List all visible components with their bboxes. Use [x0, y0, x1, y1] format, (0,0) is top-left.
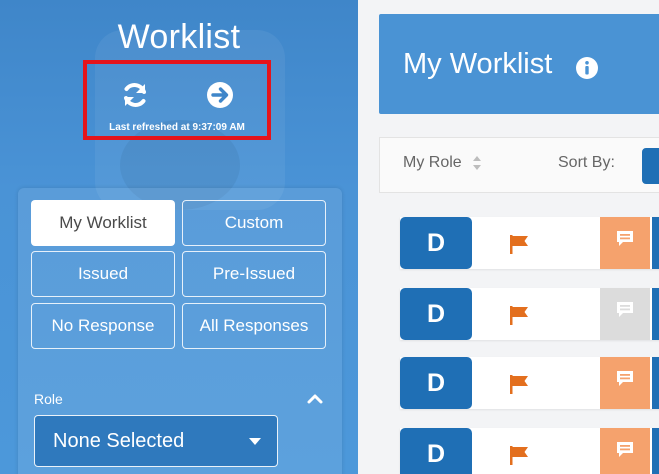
comment-icon: [617, 302, 633, 317]
info-icon[interactable]: [575, 56, 599, 80]
worklist-row[interactable]: D: [400, 217, 659, 269]
flag-icon[interactable]: [508, 444, 530, 466]
last-refreshed-text: Last refreshed at 9:37:09 AM: [109, 122, 245, 133]
main-header: My Worklist: [379, 14, 659, 114]
role-label: Role: [34, 391, 63, 407]
sort-arrows-icon[interactable]: [472, 154, 482, 172]
page-title: My Worklist: [403, 48, 553, 80]
chevron-up-icon[interactable]: [306, 392, 324, 406]
row-edge: [652, 428, 659, 474]
message-status-icon[interactable]: [600, 428, 650, 474]
comment-icon: [617, 371, 633, 386]
message-status-icon[interactable]: [600, 217, 650, 269]
row-badge[interactable]: D: [400, 288, 472, 340]
refresh-icon[interactable]: [120, 80, 150, 110]
filter-custom-button[interactable]: Custom: [182, 200, 326, 246]
worklist-row[interactable]: D: [400, 288, 659, 340]
flag-icon[interactable]: [508, 304, 530, 326]
row-badge[interactable]: D: [400, 428, 472, 474]
message-status-icon[interactable]: [600, 288, 650, 340]
worklist-row[interactable]: D: [400, 428, 659, 474]
comment-icon: [617, 442, 633, 457]
sidebar: Worklist Last refreshed at 9:37:09 AM My…: [0, 0, 358, 474]
sort-by-dropdown[interactable]: [642, 148, 659, 184]
comment-icon: [617, 231, 633, 246]
filter-all-responses-button[interactable]: All Responses: [182, 303, 326, 349]
flag-icon[interactable]: [508, 233, 530, 255]
role-select[interactable]: None Selected: [34, 415, 278, 467]
message-status-icon[interactable]: [600, 357, 650, 409]
filter-issued-button[interactable]: Issued: [31, 251, 175, 297]
worklist-row[interactable]: D: [400, 357, 659, 409]
filter-my-worklist-button[interactable]: My Worklist: [31, 200, 175, 246]
worklist-toolbar: My Role Sort By:: [379, 137, 659, 193]
row-edge: [652, 288, 659, 340]
row-edge: [652, 357, 659, 409]
role-select-value: None Selected: [53, 429, 185, 452]
arrow-right-circle-icon[interactable]: [205, 80, 235, 110]
filter-pre-issued-button[interactable]: Pre-Issued: [182, 251, 326, 297]
filter-no-response-button[interactable]: No Response: [31, 303, 175, 349]
flag-icon[interactable]: [508, 373, 530, 395]
sort-by-label: Sort By:: [558, 154, 615, 171]
row-edge: [652, 217, 659, 269]
my-role-sort-label[interactable]: My Role: [403, 154, 462, 172]
caret-down-icon: [249, 438, 261, 445]
row-badge[interactable]: D: [400, 357, 472, 409]
row-badge[interactable]: D: [400, 217, 472, 269]
sidebar-title: Worklist: [117, 18, 241, 56]
